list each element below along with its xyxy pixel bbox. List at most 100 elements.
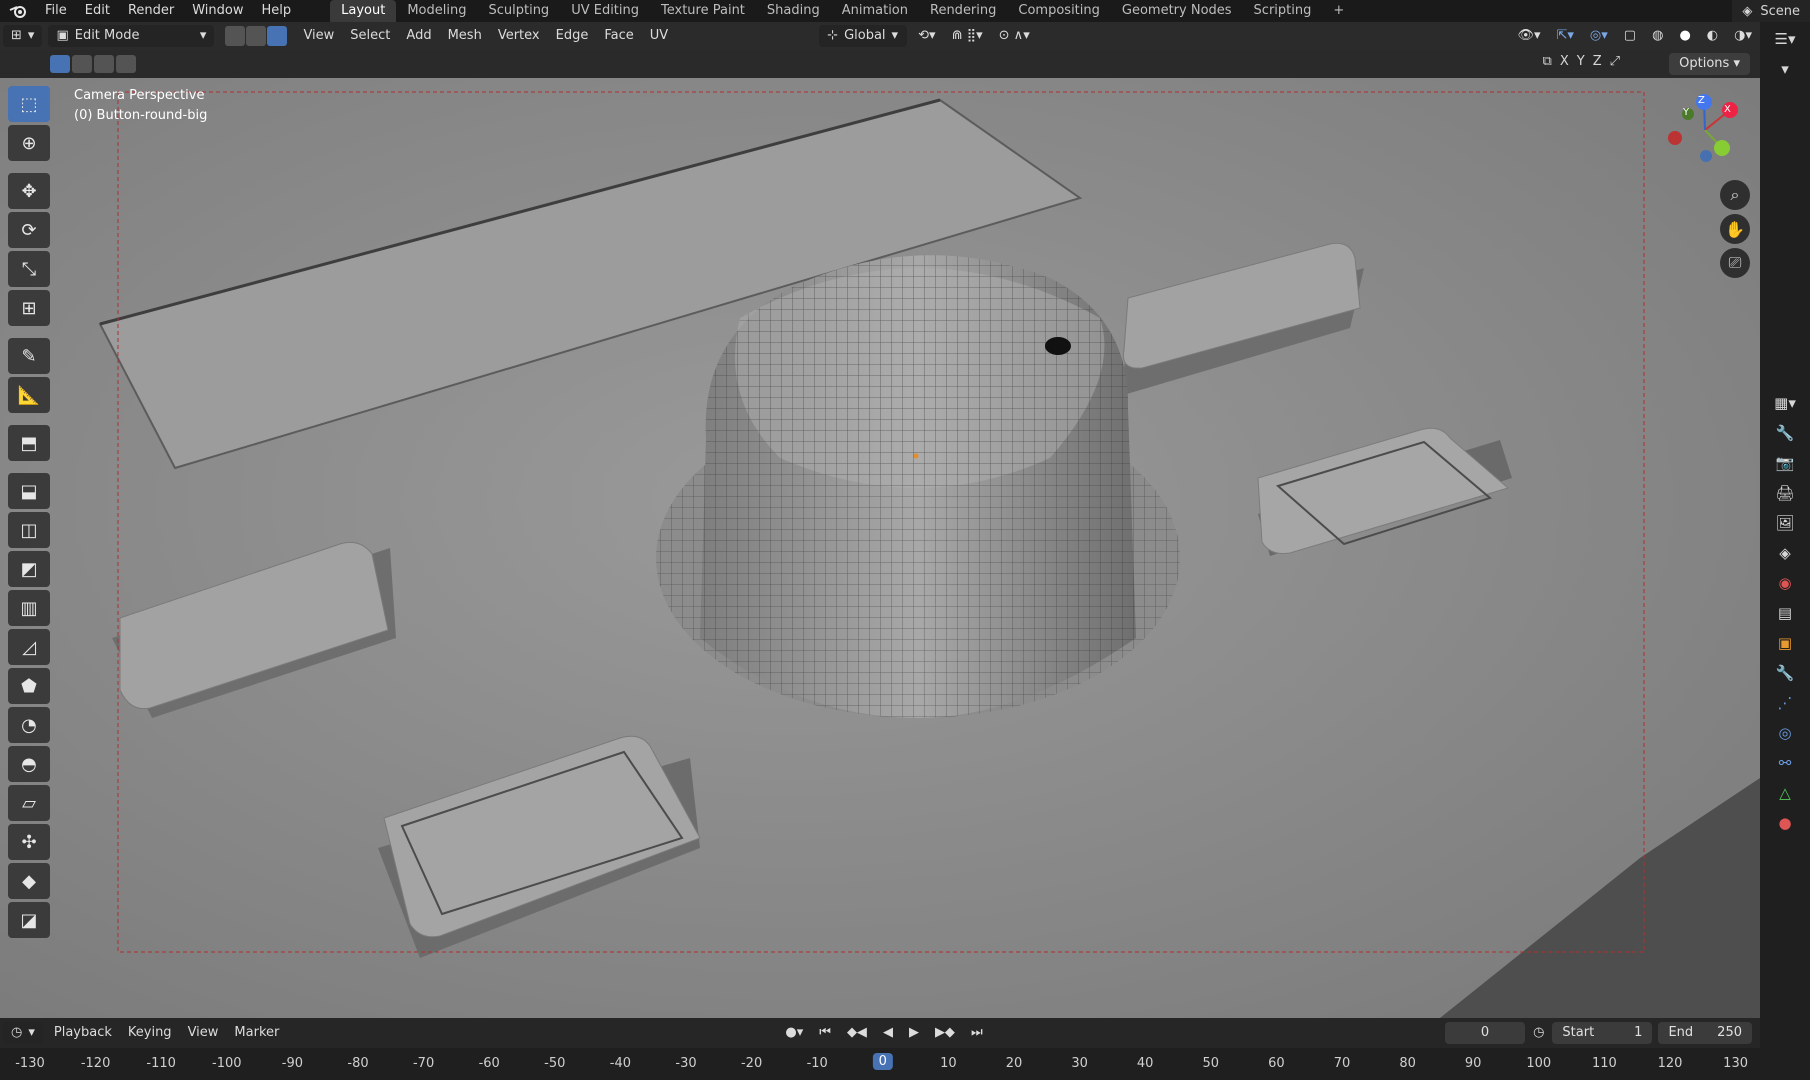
- move-tool[interactable]: ✥: [8, 173, 50, 209]
- gizmo-toggle-icon[interactable]: ⇱▾: [1549, 25, 1582, 47]
- play-reverse-icon[interactable]: ◀: [875, 1022, 901, 1044]
- menu-keying[interactable]: Keying: [120, 1022, 180, 1044]
- shading-solid-icon[interactable]: ●: [1671, 25, 1698, 47]
- editor-type-dropdown[interactable]: ⊞ ▾: [3, 25, 43, 47]
- annotate-tool[interactable]: ✎: [8, 338, 50, 374]
- data-properties-icon[interactable]: △: [1769, 780, 1801, 806]
- menu-window[interactable]: Window: [183, 0, 252, 22]
- proportional-edit-icon[interactable]: ⊙ ∧▾: [991, 25, 1038, 47]
- shading-material-icon[interactable]: ◐: [1699, 25, 1726, 47]
- menu-view[interactable]: View: [295, 25, 342, 47]
- 3d-viewport[interactable]: Camera Perspective (0) Button-round-big …: [0, 78, 1760, 1018]
- shrink-fatten-tool[interactable]: ✣: [8, 824, 50, 860]
- rotate-tool[interactable]: ⟳: [8, 212, 50, 248]
- camera-view-icon[interactable]: ⎚: [1720, 248, 1750, 278]
- pivot-icon[interactable]: ⟲▾: [910, 25, 943, 47]
- particles-properties-icon[interactable]: ⋰: [1769, 690, 1801, 716]
- bevel-tool[interactable]: ◩: [8, 551, 50, 587]
- blender-logo-icon[interactable]: [0, 0, 36, 22]
- face-select-button[interactable]: [267, 26, 288, 46]
- current-frame-field[interactable]: 0: [1445, 1022, 1526, 1044]
- mode-dropdown[interactable]: ▣ Edit Mode ▾: [48, 25, 215, 47]
- measure-tool[interactable]: 📐: [8, 377, 50, 413]
- zoom-icon[interactable]: ⌕: [1720, 180, 1750, 210]
- add-cube-tool[interactable]: ⬒: [8, 425, 50, 461]
- next-keyframe-icon[interactable]: ▶◆: [927, 1022, 963, 1044]
- menu-face[interactable]: Face: [596, 25, 641, 47]
- menu-help[interactable]: Help: [253, 0, 301, 22]
- pan-hand-icon[interactable]: ✋: [1720, 214, 1750, 244]
- menu-uv[interactable]: UV: [642, 25, 676, 47]
- tab-rendering[interactable]: Rendering: [919, 0, 1007, 22]
- add-workspace-button[interactable]: +: [1322, 0, 1355, 22]
- tab-compositing[interactable]: Compositing: [1007, 0, 1111, 22]
- rip-tool[interactable]: ◪: [8, 902, 50, 938]
- menu-playback[interactable]: Playback: [46, 1022, 120, 1044]
- material-properties-icon[interactable]: ●: [1769, 810, 1801, 836]
- playhead-frame[interactable]: 0: [872, 1053, 893, 1070]
- xray-icon[interactable]: ▢: [1616, 25, 1644, 47]
- overlays-icon[interactable]: ◎▾: [1582, 25, 1616, 47]
- end-frame-field[interactable]: End 250: [1658, 1022, 1752, 1044]
- select-new-icon[interactable]: [50, 55, 70, 73]
- outliner-editor-icon[interactable]: ☰▾: [1769, 26, 1801, 52]
- transform-orientation-dropdown[interactable]: ⊹ Global ▾: [819, 25, 908, 47]
- axis-x-toggle[interactable]: X: [1560, 54, 1569, 69]
- shear-tool[interactable]: ◆: [8, 863, 50, 899]
- select-box-tool[interactable]: ⬚: [8, 86, 50, 122]
- select-extend-icon[interactable]: [72, 55, 92, 73]
- edge-slide-tool[interactable]: ▱: [8, 785, 50, 821]
- vertex-select-button[interactable]: [225, 26, 246, 46]
- axis-y-toggle[interactable]: Y: [1577, 54, 1585, 69]
- scene-properties-icon[interactable]: ◈: [1769, 540, 1801, 566]
- prev-keyframe-icon[interactable]: ◆◀: [839, 1022, 875, 1044]
- scale-tool[interactable]: ⤡: [8, 251, 50, 287]
- cursor-tool[interactable]: ⊕: [8, 125, 50, 161]
- collection-properties-icon[interactable]: ▤: [1769, 600, 1801, 626]
- tab-scripting[interactable]: Scripting: [1243, 0, 1323, 22]
- transform-tool[interactable]: ⊞: [8, 290, 50, 326]
- jump-start-icon[interactable]: ⏮: [811, 1022, 839, 1044]
- tab-shading[interactable]: Shading: [756, 0, 831, 22]
- options-dropdown[interactable]: Options ▾: [1669, 53, 1750, 75]
- navigation-gizmo[interactable]: X Y Z: [1660, 90, 1750, 170]
- smooth-tool[interactable]: ◓: [8, 746, 50, 782]
- filter-icon[interactable]: ▾: [1769, 56, 1801, 82]
- tab-sculpting[interactable]: Sculpting: [477, 0, 560, 22]
- scene-selector[interactable]: ◈ Scene: [1732, 0, 1810, 22]
- tab-modeling[interactable]: Modeling: [396, 0, 477, 22]
- physics-properties-icon[interactable]: ◎: [1769, 720, 1801, 746]
- tool-properties-icon[interactable]: 🔧: [1769, 420, 1801, 446]
- inset-tool[interactable]: ◫: [8, 512, 50, 548]
- output-properties-icon[interactable]: 🖨: [1769, 480, 1801, 506]
- extrude-tool[interactable]: ⬓: [8, 473, 50, 509]
- shading-wireframe-icon[interactable]: ◍: [1644, 25, 1671, 47]
- jump-end-icon[interactable]: ⏭: [963, 1022, 991, 1044]
- world-properties-icon[interactable]: ◉: [1769, 570, 1801, 596]
- menu-select[interactable]: Select: [342, 25, 398, 47]
- menu-timeline-view[interactable]: View: [180, 1022, 227, 1044]
- auto-merge-icon[interactable]: ⤢: [1610, 54, 1620, 69]
- menu-render[interactable]: Render: [119, 0, 183, 22]
- timeline-ruler[interactable]: -130 -120 -110 -100 -90 -80 -70 -60 -50 -40 -30 -20…: [0, 1048, 1760, 1080]
- spin-tool[interactable]: ◔: [8, 707, 50, 743]
- play-icon[interactable]: ▶: [901, 1022, 927, 1044]
- knife-tool[interactable]: ◿: [8, 629, 50, 665]
- render-properties-icon[interactable]: 📷: [1769, 450, 1801, 476]
- tab-geometry-nodes[interactable]: Geometry Nodes: [1111, 0, 1243, 22]
- menu-edge[interactable]: Edge: [548, 25, 597, 47]
- view-layer-icon[interactable]: 🖼: [1769, 510, 1801, 536]
- timeline-editor-type[interactable]: ◷ ▾: [3, 1022, 43, 1044]
- preview-range-icon[interactable]: ◷: [1525, 1022, 1552, 1044]
- constraints-properties-icon[interactable]: ⚯: [1769, 750, 1801, 776]
- select-intersect-icon[interactable]: [116, 55, 136, 73]
- record-button[interactable]: ●▾: [777, 1022, 811, 1044]
- modifier-properties-icon[interactable]: 🔧: [1769, 660, 1801, 686]
- menu-vertex[interactable]: Vertex: [490, 25, 548, 47]
- tab-uv-editing[interactable]: UV Editing: [560, 0, 650, 22]
- menu-edit[interactable]: Edit: [76, 0, 119, 22]
- menu-file[interactable]: File: [36, 0, 76, 22]
- poly-build-tool[interactable]: ⬟: [8, 668, 50, 704]
- shading-rendered-icon[interactable]: ◑▾: [1726, 25, 1760, 47]
- menu-mesh[interactable]: Mesh: [440, 25, 490, 47]
